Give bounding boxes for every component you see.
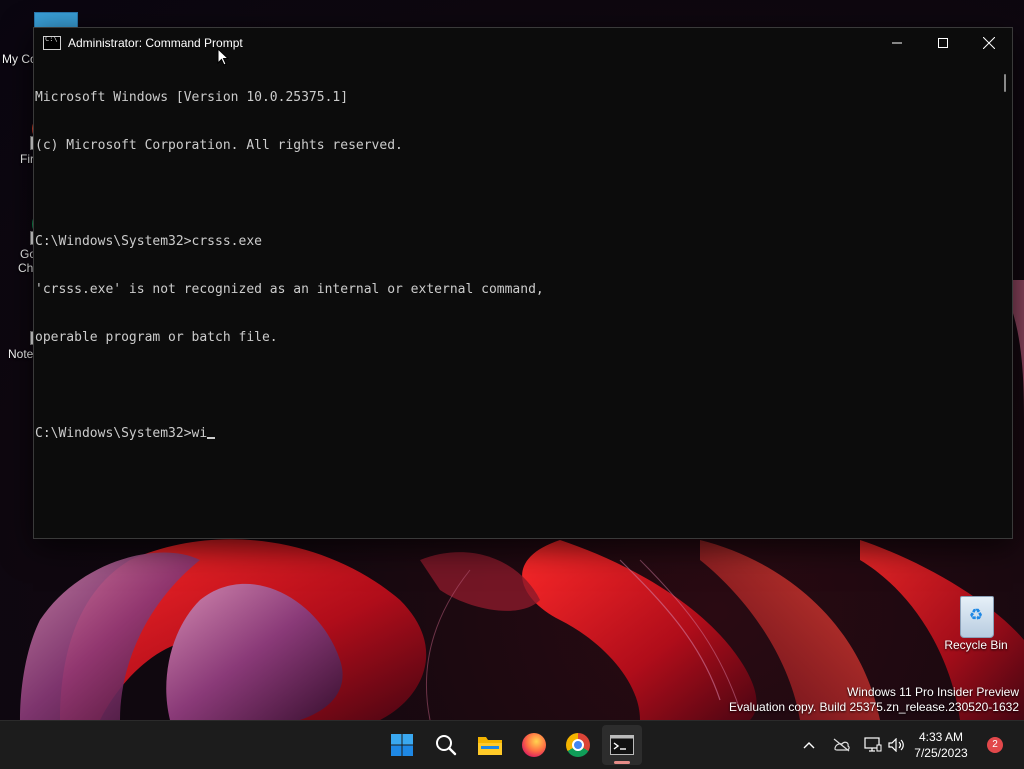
clock-date: 7/25/2023 <box>914 746 968 760</box>
search-icon <box>436 735 457 756</box>
firefox-icon <box>522 733 546 757</box>
scrollbar-thumb[interactable] <box>1004 74 1006 92</box>
cmd-icon <box>43 35 61 50</box>
console-input-line[interactable]: C:\Windows\System32>wi <box>35 426 1000 442</box>
minimize-button[interactable] <box>874 28 920 58</box>
chrome-icon <box>566 733 590 757</box>
tray-volume-button[interactable] <box>886 721 908 769</box>
window-titlebar[interactable]: Administrator: Command Prompt <box>34 28 1012 58</box>
recycle-bin-label: Recycle Bin <box>944 638 1008 652</box>
clock-time: 4:33 AM <box>918 730 964 744</box>
display-icon <box>864 737 882 752</box>
console-line: (c) Microsoft Corporation. All rights re… <box>35 138 403 153</box>
command-prompt-window[interactable]: Administrator: Command Prompt Microsoft … <box>33 27 1013 539</box>
folder-icon <box>478 737 502 755</box>
tray-display-button[interactable] <box>862 721 884 769</box>
desktop-icon-recycle-bin[interactable]: ♻ Recycle Bin <box>940 596 1012 652</box>
console-prompt: C:\Windows\System32> <box>35 426 192 441</box>
active-app-indicator <box>614 761 630 764</box>
tray-overflow-button[interactable] <box>798 721 820 769</box>
chevron-up-icon <box>803 742 815 749</box>
console-line: C:\Windows\System32>crsss.exe <box>35 234 262 249</box>
close-icon <box>983 37 995 49</box>
watermark-edition: Windows 11 Pro Insider Preview <box>847 685 1019 699</box>
terminal-icon <box>610 735 634 755</box>
maximize-button[interactable] <box>920 28 966 58</box>
maximize-icon <box>938 38 948 48</box>
console-line: 'crsss.exe' is not recognized as an inte… <box>35 282 544 297</box>
taskbar-firefox-button[interactable] <box>514 725 554 765</box>
console-input[interactable]: wi <box>192 426 208 441</box>
minimize-icon <box>892 42 902 44</box>
text-cursor <box>207 437 216 439</box>
taskbar-clock[interactable]: 4:33 AM 7/25/2023 <box>906 729 976 761</box>
tray-network-button[interactable] <box>830 721 852 769</box>
window-controls <box>874 28 1012 58</box>
taskbar-search-button[interactable] <box>426 725 466 765</box>
notification-badge[interactable]: 2 <box>987 737 1003 753</box>
close-button[interactable] <box>966 28 1012 58</box>
windows-watermark: Windows 11 Pro Insider Preview Evaluatio… <box>729 685 1019 715</box>
taskbar-file-explorer-button[interactable] <box>470 725 510 765</box>
volume-icon <box>888 738 904 752</box>
console-line: operable program or batch file. <box>35 330 278 345</box>
watermark-build: Evaluation copy. Build 25375.zn_release.… <box>729 700 1019 714</box>
vertical-scrollbar[interactable] <box>1000 58 1012 538</box>
recycle-bin-icon: ♻ <box>956 596 996 638</box>
mouse-pointer-icon <box>217 48 229 66</box>
taskbar: 4:33 AM 7/25/2023 2 <box>0 720 1024 769</box>
console-output[interactable]: Microsoft Windows [Version 10.0.25375.1]… <box>35 58 1000 538</box>
windows-start-icon <box>391 734 413 756</box>
taskbar-chrome-button[interactable] <box>558 725 598 765</box>
taskbar-start-button[interactable] <box>382 725 422 765</box>
network-offline-icon <box>833 738 850 752</box>
taskbar-terminal-button[interactable] <box>602 725 642 765</box>
console-line: Microsoft Windows [Version 10.0.25375.1] <box>35 90 349 105</box>
